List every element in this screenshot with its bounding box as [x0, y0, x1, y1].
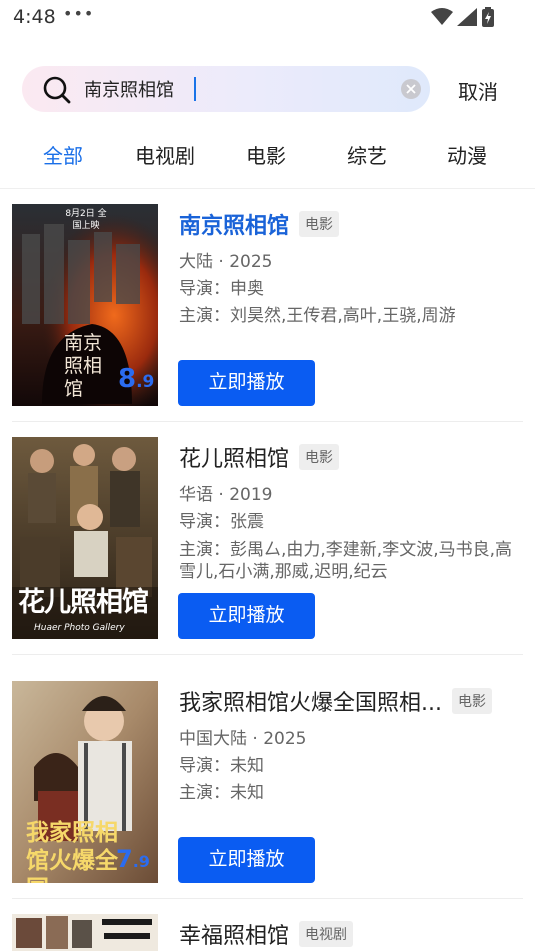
type-badge: 电影	[299, 444, 340, 470]
poster-image[interactable]: 我家照相馆火爆全国 7.9	[12, 681, 158, 883]
wifi-icon	[431, 8, 453, 25]
row-divider	[12, 421, 523, 422]
cast: 主演：未知	[179, 783, 264, 803]
result-title[interactable]: 幸福照相馆	[179, 918, 289, 950]
meta-block: 大陆 · 2025 导演：申奥 主演：刘昊然,王传君,高叶,王骁,周游	[179, 249, 456, 330]
tab-anime[interactable]: 动漫	[447, 140, 487, 169]
poster-image[interactable]	[12, 914, 158, 951]
result-title[interactable]: 我家照相馆火爆全国照相...	[179, 685, 442, 717]
title-row: 花儿照相馆 电影	[179, 441, 519, 473]
tab-variety[interactable]: 综艺	[347, 140, 387, 169]
tabs-divider	[0, 188, 535, 189]
poster-image[interactable]: 8月2日 全国上映 南京照相馆 8.9	[12, 204, 158, 406]
director: 导演：未知	[179, 756, 264, 776]
play-now-button[interactable]: 立即播放	[178, 837, 315, 883]
status-icons	[431, 7, 495, 27]
play-now-button[interactable]: 立即播放	[178, 360, 315, 406]
type-badge: 电视剧	[299, 921, 354, 947]
meta-block: 华语 · 2019 导演：张震 主演：彭禺厶,由力,李建新,李文波,马书良,高雪…	[179, 482, 524, 582]
search-input[interactable]	[84, 75, 384, 103]
search-box[interactable]	[22, 66, 430, 112]
region-year: 华语 · 2019	[179, 485, 273, 505]
poster-image[interactable]: 花儿照相馆 Huaer Photo Gallery	[12, 437, 158, 639]
cellular-signal-icon	[457, 8, 477, 26]
score-major: 7	[116, 845, 133, 873]
notification-dots-icon: •••	[63, 4, 95, 23]
result-item[interactable]: 花儿照相馆 Huaer Photo Gallery 花儿照相馆 电影 华语 · …	[0, 437, 535, 671]
row-divider	[12, 898, 523, 899]
result-item[interactable]: 8月2日 全国上映 南京照相馆 8.9 南京照相馆 电影 大陆 · 2025 导…	[0, 204, 535, 438]
status-time: 4:48	[13, 6, 56, 28]
poster-title-text: 南京照相馆	[64, 332, 103, 400]
score-minor: .9	[132, 852, 150, 871]
region-year: 中国大陆 · 2025	[179, 729, 307, 749]
play-now-button[interactable]: 立即播放	[178, 593, 315, 639]
title-row: 南京照相馆 电影	[179, 208, 519, 240]
status-bar: 4:48 •••	[0, 0, 535, 36]
type-badge: 电影	[451, 688, 492, 714]
title-row: 幸福照相馆 电视剧	[179, 918, 519, 950]
result-item[interactable]: 我家照相馆火爆全国 7.9 我家照相馆火爆全国照相... 电影 中国大陆 · 2…	[0, 681, 535, 915]
battery-icon	[482, 7, 494, 27]
row-divider	[12, 654, 523, 655]
cancel-button[interactable]: 取消	[458, 76, 498, 105]
category-tabs: 全部 电视剧 电影 综艺 动漫	[0, 140, 535, 172]
meta-block: 中国大陆 · 2025 导演：未知 主演：未知	[179, 726, 306, 807]
poster-score: 8.9	[118, 364, 154, 394]
tab-tv-series[interactable]: 电视剧	[135, 140, 195, 169]
tab-movies[interactable]: 电影	[246, 140, 286, 169]
result-item[interactable]: 幸福照相馆 电视剧	[0, 914, 535, 951]
result-title[interactable]: 花儿照相馆	[179, 441, 289, 473]
search-icon	[43, 76, 71, 104]
cast: 主演：刘昊然,王传君,高叶,王骁,周游	[179, 306, 456, 326]
text-caret	[194, 77, 196, 101]
cast: 主演：彭禺厶,由力,李建新,李文波,马书良,高雪儿,石小满,那威,迟明,纪云	[179, 540, 513, 582]
poster-score: 7.9	[116, 845, 150, 873]
type-badge: 电影	[299, 211, 340, 237]
tab-all[interactable]: 全部	[43, 140, 83, 169]
score-minor: .9	[136, 372, 155, 392]
director: 导演：申奥	[179, 279, 264, 299]
title-row: 我家照相馆火爆全国照相... 电影	[179, 685, 519, 717]
clear-search-icon[interactable]	[401, 79, 421, 99]
result-title[interactable]: 南京照相馆	[179, 208, 289, 240]
director: 导演：张震	[179, 512, 264, 532]
poster-date-text: 8月2日 全国上映	[65, 209, 107, 231]
score-major: 8	[118, 364, 137, 394]
search-row: 取消	[0, 66, 535, 112]
region-year: 大陆 · 2025	[179, 252, 273, 272]
poster-title-text: 花儿照相馆	[18, 587, 149, 618]
poster-subtitle-text: Huaer Photo Gallery	[34, 623, 125, 633]
